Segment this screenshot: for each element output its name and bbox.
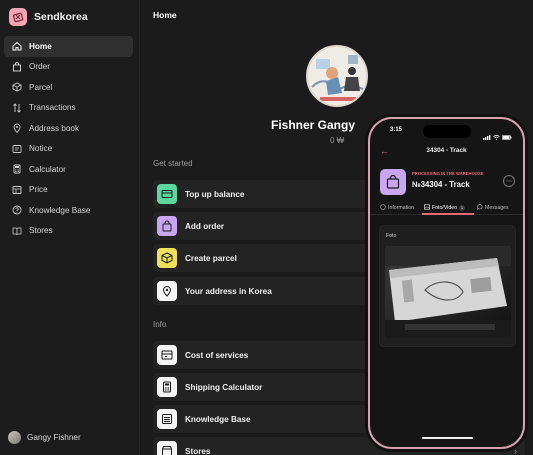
sidebar-item-label: Home xyxy=(29,41,52,51)
status-icons xyxy=(483,127,512,145)
sidebar-item-label: Notice xyxy=(29,144,53,154)
get-started-heading: Get started xyxy=(153,159,193,168)
battery-icon xyxy=(502,127,512,145)
user-name: Gangy Fishner xyxy=(27,433,81,442)
order-number: №34304 - Track xyxy=(412,180,470,189)
info-heading: Info xyxy=(153,320,167,329)
sidebar-item-order[interactable]: Order xyxy=(4,57,133,78)
home-icon xyxy=(12,41,22,51)
signal-icon xyxy=(483,127,491,145)
foto-label: Foto xyxy=(386,233,397,239)
wifi-icon xyxy=(493,127,500,145)
sidebar: Sendkorea Home Order Parcel Transactions… xyxy=(0,0,140,455)
brand[interactable]: Sendkorea xyxy=(9,8,88,26)
avatar xyxy=(8,431,21,444)
card-label: Shipping Calculator xyxy=(185,382,263,392)
card-label: Top up balance xyxy=(185,189,245,199)
sidebar-item-label: Order xyxy=(29,62,50,72)
tab-label: Foto/Video xyxy=(432,205,457,211)
tab-information[interactable]: Information xyxy=(380,204,414,212)
wallet-icon xyxy=(157,345,177,365)
card-label: Add order xyxy=(185,221,225,231)
order-status: PROCESSING IN THE WAREHOUSE xyxy=(412,171,484,176)
calculator-icon xyxy=(12,164,22,174)
transfer-icon xyxy=(12,103,22,113)
price-icon xyxy=(12,185,22,195)
sidebar-item-label: Price xyxy=(29,185,48,195)
tab-badge: 1 xyxy=(459,205,465,211)
active-tab-indicator xyxy=(422,213,474,215)
profile-balance: 0 ₩ xyxy=(330,136,345,145)
status-time: 3:15 xyxy=(390,127,403,133)
tab-foto-video[interactable]: Foto/Video 1 xyxy=(424,204,465,212)
box-icon xyxy=(157,248,177,268)
message-icon xyxy=(477,204,483,212)
image-icon xyxy=(424,204,430,212)
status-bar: 3:15 xyxy=(370,119,523,141)
foto-card: Foto xyxy=(379,225,516,347)
sidebar-item-label: Knowledge Base xyxy=(29,205,91,215)
sidebar-item-label: Calculator xyxy=(29,164,66,174)
store-icon xyxy=(157,441,177,455)
sidebar-item-calculator[interactable]: Calculator xyxy=(4,159,133,180)
pin-icon xyxy=(157,281,177,301)
card-label: Your address in Korea xyxy=(185,286,272,296)
card-label: Cost of services xyxy=(185,350,249,360)
phone-tabs: Information Foto/Video 1 Messages xyxy=(370,202,523,215)
dynamic-island xyxy=(423,125,471,138)
sidebar-item-transactions[interactable]: Transactions xyxy=(4,98,133,119)
sidebar-item-home[interactable]: Home xyxy=(4,36,133,57)
more-options-icon[interactable]: ⋯ xyxy=(503,175,515,187)
phone-preview: 3:15 ← 34304 - Track PROCESSING IN THE W… xyxy=(368,117,525,449)
bag-icon xyxy=(157,216,177,236)
sidebar-item-label: Stores xyxy=(29,226,53,236)
book-icon xyxy=(12,226,22,236)
tab-label: Messages xyxy=(485,205,509,211)
calculator-icon xyxy=(157,377,177,397)
sidebar-item-address-book[interactable]: Address book xyxy=(4,118,133,139)
help-icon xyxy=(12,205,22,215)
user-profile-button[interactable]: Gangy Fishner xyxy=(8,431,81,444)
brand-logo-icon xyxy=(9,8,27,26)
sidebar-item-price[interactable]: Price xyxy=(4,180,133,201)
order-bag-icon xyxy=(380,169,406,195)
box-icon xyxy=(12,82,22,92)
phone-header-title: 34304 - Track xyxy=(426,147,467,154)
tab-label: Information xyxy=(388,205,414,211)
chevron-right-icon: › xyxy=(514,446,517,455)
info-icon xyxy=(380,204,386,212)
pin-icon xyxy=(12,123,22,134)
tab-messages[interactable]: Messages xyxy=(477,204,509,212)
card-label: Knowledge Base xyxy=(185,414,251,424)
phone-header: ← 34304 - Track xyxy=(370,146,523,158)
sidebar-item-label: Address book xyxy=(29,123,80,133)
page-title: Home xyxy=(153,10,177,20)
sidebar-item-label: Transactions xyxy=(29,103,76,113)
bag-icon xyxy=(12,61,22,72)
sidebar-item-stores[interactable]: Stores xyxy=(4,221,133,242)
card-label: Create parcel xyxy=(185,253,237,263)
profile-name: Fishner Gangy xyxy=(271,118,356,132)
card-label: Stores xyxy=(185,446,211,455)
home-indicator xyxy=(422,436,473,439)
sidebar-item-notice[interactable]: Notice xyxy=(4,139,133,160)
profile-avatar[interactable] xyxy=(306,45,368,107)
card-icon xyxy=(157,184,177,204)
sidebar-item-parcel[interactable]: Parcel xyxy=(4,77,133,98)
notice-icon xyxy=(12,144,22,154)
sidebar-item-knowledge-base[interactable]: Knowledge Base xyxy=(4,200,133,221)
parcel-photo[interactable] xyxy=(385,246,511,338)
sidebar-item-label: Parcel xyxy=(29,82,53,92)
sidebar-nav: Home Order Parcel Transactions Address b… xyxy=(4,36,133,241)
brand-name: Sendkorea xyxy=(34,11,88,23)
list-icon xyxy=(157,409,177,429)
